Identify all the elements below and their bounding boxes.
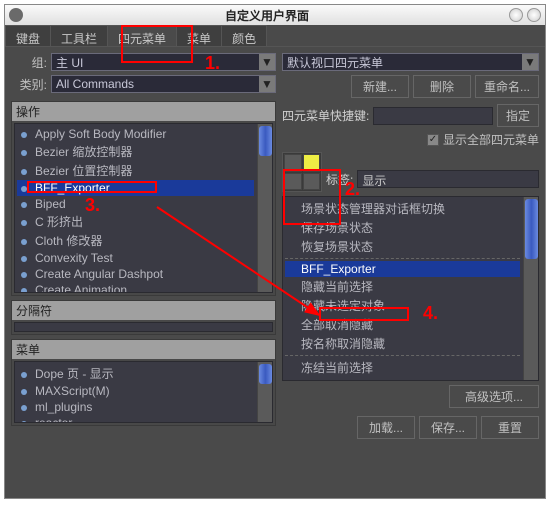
advanced-button[interactable]: 高级选项... bbox=[449, 385, 539, 408]
list-item[interactable]: 隐藏当前选择 bbox=[285, 277, 520, 296]
menu-header: 菜单 bbox=[12, 340, 275, 359]
action-icon bbox=[19, 199, 31, 209]
action-icon bbox=[19, 183, 31, 193]
actions-list[interactable]: Apply Soft Body ModifierBezier 缩放控制器Bezi… bbox=[14, 123, 273, 293]
scrollbar[interactable] bbox=[523, 197, 538, 380]
shortcut-label: 四元菜单快捷键: bbox=[282, 107, 369, 124]
action-icon bbox=[19, 418, 31, 423]
reset-button[interactable]: 重置 bbox=[481, 416, 539, 439]
quadmenu-value: 默认视口四元菜单 bbox=[287, 54, 383, 71]
list-item[interactable]: 保存场景状态 bbox=[285, 218, 520, 237]
list-item[interactable]: 全部解冻 bbox=[285, 377, 520, 381]
list-item[interactable]: 恢复场景状态 bbox=[285, 237, 520, 256]
app-icon bbox=[9, 8, 23, 22]
scrollbar[interactable] bbox=[257, 362, 272, 422]
list-item[interactable]: BFF_Exporter bbox=[17, 180, 254, 196]
tab-menu[interactable]: 菜单 bbox=[176, 25, 222, 46]
action-icon bbox=[19, 147, 31, 157]
group-dropdown[interactable]: 主 UI ▼ bbox=[51, 53, 276, 71]
list-item[interactable]: Bezier 缩放控制器 bbox=[17, 142, 254, 161]
list-item[interactable]: Cloth 修改器 bbox=[17, 231, 254, 250]
list-item[interactable]: 按名称取消隐藏 bbox=[285, 334, 520, 353]
list-item[interactable]: 隐藏未选定对象 bbox=[285, 296, 520, 315]
group-label: 组: bbox=[11, 54, 47, 71]
showall-checkbox[interactable]: ✓ 显示全部四元菜单 bbox=[427, 131, 539, 148]
delete-button[interactable]: 删除 bbox=[413, 75, 471, 98]
quad-br[interactable] bbox=[303, 173, 321, 191]
category-value: All Commands bbox=[56, 77, 134, 91]
quad-bl[interactable] bbox=[284, 173, 302, 191]
separator-item[interactable] bbox=[14, 322, 273, 332]
group-value: 主 UI bbox=[56, 54, 83, 71]
rename-button[interactable]: 重命名... bbox=[475, 75, 539, 98]
list-item[interactable]: Dope 页 - 显示 bbox=[17, 364, 254, 383]
list-item[interactable]: Convexity Test bbox=[17, 250, 254, 266]
quad-tl[interactable] bbox=[284, 154, 302, 172]
scrollbar[interactable] bbox=[257, 124, 272, 292]
tag-input[interactable]: 显示 bbox=[357, 170, 539, 188]
save-button[interactable]: 保存... bbox=[419, 416, 477, 439]
action-icon bbox=[19, 269, 31, 279]
list-item[interactable]: Create Angular Dashpot bbox=[17, 266, 254, 282]
quad-tr[interactable] bbox=[303, 154, 321, 172]
list-item[interactable]: Biped bbox=[17, 196, 254, 212]
minimize-button[interactable] bbox=[509, 8, 523, 22]
tab-toolbar[interactable]: 工具栏 bbox=[50, 25, 108, 46]
separator-header: 分隔符 bbox=[12, 301, 275, 320]
quadmenu-dropdown[interactable]: 默认视口四元菜单 ▼ bbox=[282, 53, 539, 71]
assign-button[interactable]: 指定 bbox=[497, 104, 539, 127]
chevron-down-icon: ▼ bbox=[259, 76, 275, 92]
chevron-down-icon: ▼ bbox=[259, 54, 275, 70]
action-icon bbox=[19, 236, 31, 246]
action-icon bbox=[19, 285, 31, 293]
menu-list[interactable]: Dope 页 - 显示MAXScript(M)ml_pluginsreactor… bbox=[14, 361, 273, 423]
quad-selector[interactable] bbox=[282, 152, 322, 192]
category-dropdown[interactable]: All Commands ▼ bbox=[51, 75, 276, 93]
shortcut-input[interactable] bbox=[373, 107, 493, 125]
list-item[interactable]: 冻结当前选择 bbox=[285, 358, 520, 377]
list-item[interactable]: Create Animation bbox=[17, 282, 254, 293]
list-item[interactable]: C 形挤出 bbox=[17, 212, 254, 231]
showall-label: 显示全部四元菜单 bbox=[443, 131, 539, 148]
tab-quadmenu[interactable]: 四元菜单 bbox=[107, 25, 177, 46]
tab-keyboard[interactable]: 键盘 bbox=[5, 25, 51, 46]
list-item[interactable]: ml_plugins bbox=[17, 399, 254, 415]
tab-color[interactable]: 颜色 bbox=[221, 25, 267, 46]
action-icon bbox=[19, 166, 31, 176]
check-icon: ✓ bbox=[427, 134, 439, 146]
quad-items-list[interactable]: 场景状态管理器对话框切换保存场景状态恢复场景状态 BFF_Exporter隐藏当前… bbox=[282, 196, 539, 381]
action-icon bbox=[19, 129, 31, 139]
list-item[interactable]: Bezier 位置控制器 bbox=[17, 161, 254, 180]
chevron-down-icon: ▼ bbox=[522, 54, 538, 70]
list-item[interactable]: 场景状态管理器对话框切换 bbox=[285, 199, 520, 218]
list-item[interactable]: reactor bbox=[17, 415, 254, 423]
action-icon bbox=[19, 217, 31, 227]
new-button[interactable]: 新建... bbox=[351, 75, 409, 98]
actions-header: 操作 bbox=[12, 102, 275, 121]
list-item[interactable]: Apply Soft Body Modifier bbox=[17, 126, 254, 142]
action-icon bbox=[19, 253, 31, 263]
action-icon bbox=[19, 369, 31, 379]
list-item[interactable]: 全部取消隐藏 bbox=[285, 315, 520, 334]
action-icon bbox=[19, 402, 31, 412]
list-item[interactable]: MAXScript(M) bbox=[17, 383, 254, 399]
list-item[interactable]: BFF_Exporter bbox=[285, 261, 520, 277]
tag-label: 标签: bbox=[326, 171, 353, 188]
window-title: 自定义用户界面 bbox=[29, 7, 505, 24]
category-label: 类别: bbox=[11, 76, 47, 93]
close-button[interactable] bbox=[527, 8, 541, 22]
action-icon bbox=[19, 386, 31, 396]
tab-bar: 键盘 工具栏 四元菜单 菜单 颜色 bbox=[5, 25, 545, 47]
load-button[interactable]: 加载... bbox=[357, 416, 415, 439]
